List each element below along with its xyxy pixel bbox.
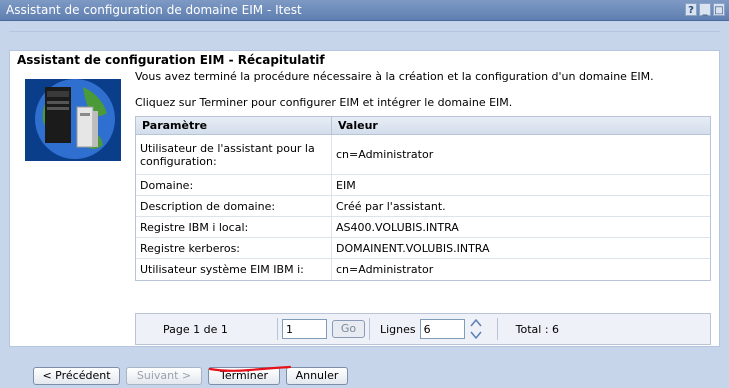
table-row: Registre kerberos: DOMAINENT.VOLUBIS.INT… <box>136 238 710 259</box>
value-cell: Créé par l'assistant. <box>336 199 446 213</box>
page-indicator: Page 1 de 1 <box>163 322 228 336</box>
table-row: Utilisateur système EIM IBM i: cn=Admini… <box>136 259 710 280</box>
table-header: Paramètre Valeur <box>136 117 710 135</box>
column-header-parameter[interactable]: Paramètre <box>136 117 332 134</box>
window-controls: ? _ □ <box>685 3 725 16</box>
lines-per-page-input[interactable] <box>419 319 465 339</box>
window-titlebar: Assistant de configuration de domaine EI… <box>0 0 729 21</box>
page-number-input[interactable] <box>282 319 327 339</box>
instruction-text: Cliquez sur Terminer pour configurer EIM… <box>135 96 513 109</box>
content-panel: Assistant de configuration EIM - Récapit… <box>9 50 720 347</box>
value-cell: cn=Administrator <box>336 148 434 161</box>
summary-table: Paramètre Valeur Utilisateur de l'assist… <box>135 116 711 281</box>
table-row: Utilisateur de l'assistant pour la confi… <box>136 135 710 175</box>
help-icon[interactable]: ? <box>685 3 697 16</box>
button-bar: < Précédent Suivant > Terminer Annuler <box>9 347 720 385</box>
server-globe-illustration <box>25 79 121 161</box>
red-underline-annotation <box>208 365 292 372</box>
window-title: Assistant de configuration de domaine EI… <box>6 3 302 17</box>
table-row: Domaine: EIM <box>136 175 710 196</box>
value-cell: EIM <box>336 178 356 192</box>
value-cell: DOMAINENT.VOLUBIS.INTRA <box>336 241 490 255</box>
table-pager: Page 1 de 1 Go Lignes Total : 6 <box>135 313 711 345</box>
value-cell: AS400.VOLUBIS.INTRA <box>336 220 459 234</box>
lines-label: Lignes <box>380 322 416 336</box>
param-cell: Domaine: <box>136 175 332 195</box>
column-header-value[interactable]: Valeur <box>332 117 710 134</box>
param-cell: Utilisateur système EIM IBM i: <box>136 259 332 280</box>
table-row: Registre IBM i local: AS400.VOLUBIS.INTR… <box>136 217 710 238</box>
dialog-frame: Assistant de configuration EIM - Récapit… <box>0 21 729 388</box>
intro-text: Vous avez terminé la procédure nécessair… <box>135 70 654 83</box>
param-cell: Utilisateur de l'assistant pour la confi… <box>136 135 332 174</box>
top-band <box>9 31 720 50</box>
pager-divider <box>369 318 370 340</box>
param-cell: Registre IBM i local: <box>136 217 332 237</box>
maximize-icon[interactable]: □ <box>713 3 725 16</box>
previous-button[interactable]: < Précédent <box>33 367 120 385</box>
cancel-button[interactable]: Annuler <box>286 367 348 385</box>
pager-divider <box>496 318 498 340</box>
lines-spinner-icon[interactable] <box>469 316 483 342</box>
page-title: Assistant de configuration EIM - Récapit… <box>17 53 325 67</box>
param-cell: Description de domaine: <box>136 196 332 216</box>
next-button[interactable]: Suivant > <box>126 367 202 385</box>
total-count: Total : 6 <box>515 322 560 336</box>
minimize-icon[interactable]: _ <box>699 3 711 16</box>
go-button[interactable]: Go <box>332 320 365 338</box>
value-cell: cn=Administrator <box>336 263 434 276</box>
param-cell: Registre kerberos: <box>136 238 332 258</box>
pager-divider <box>277 318 278 340</box>
table-row: Description de domaine: Créé par l'assis… <box>136 196 710 217</box>
